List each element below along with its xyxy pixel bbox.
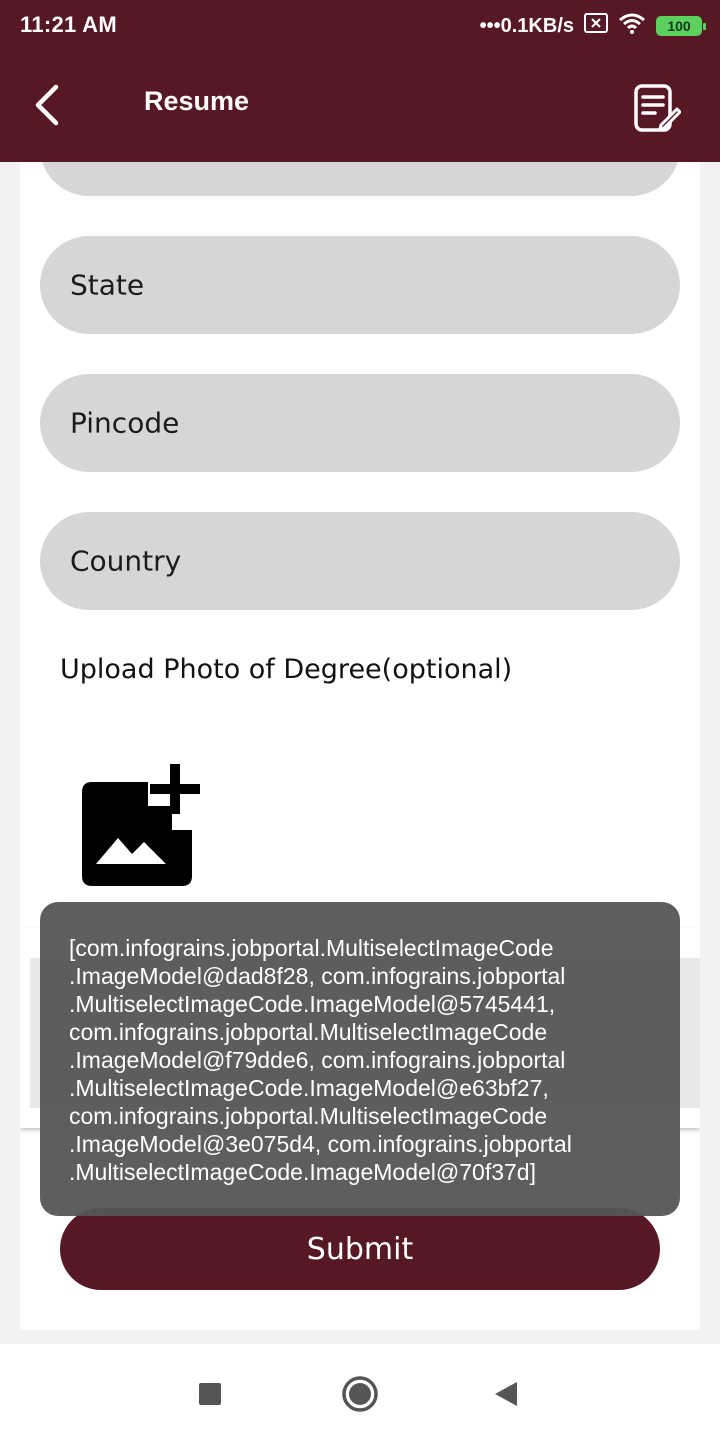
status-bar: 11:21 AM •••0.1KB/s 100 [0,0,720,50]
country-placeholder: Country [70,544,182,578]
status-time: 11:21 AM [20,12,117,37]
city-field[interactable] [40,162,680,196]
add-photo-icon [82,764,200,886]
page-title: Resume [144,86,250,116]
back-triangle-icon [495,1382,517,1406]
nav-back-button[interactable] [486,1374,526,1414]
edit-document-icon [634,84,681,132]
add-photo-button[interactable] [78,758,210,892]
app-header: 11:21 AM •••0.1KB/s 100 Resume [0,0,720,162]
edit-resume-button[interactable] [632,80,682,136]
state-field[interactable]: State [40,236,680,334]
back-button[interactable] [24,80,70,130]
country-field[interactable]: Country [40,512,680,610]
battery-icon: 100 [656,16,706,36]
status-icons: •••0.1KB/s 100 [479,12,706,40]
pincode-field[interactable]: Pincode [40,374,680,472]
back-arrow-icon [35,84,59,126]
network-speed: •••0.1KB/s [479,14,574,37]
recents-button[interactable] [190,1374,230,1414]
wifi-icon [618,12,646,40]
home-circle-icon [342,1376,378,1412]
home-button[interactable] [340,1374,380,1414]
state-placeholder: State [70,268,145,302]
toast-message: [com.infograins.jobportal.MultiselectIma… [40,902,680,1216]
upload-degree-label: Upload Photo of Degree(optional) [60,654,513,685]
recents-square-icon [199,1383,221,1405]
pincode-placeholder: Pincode [70,406,180,440]
system-nav-bar [0,1344,720,1440]
sim-x-icon [584,13,608,39]
submit-button[interactable]: Submit [60,1208,660,1290]
